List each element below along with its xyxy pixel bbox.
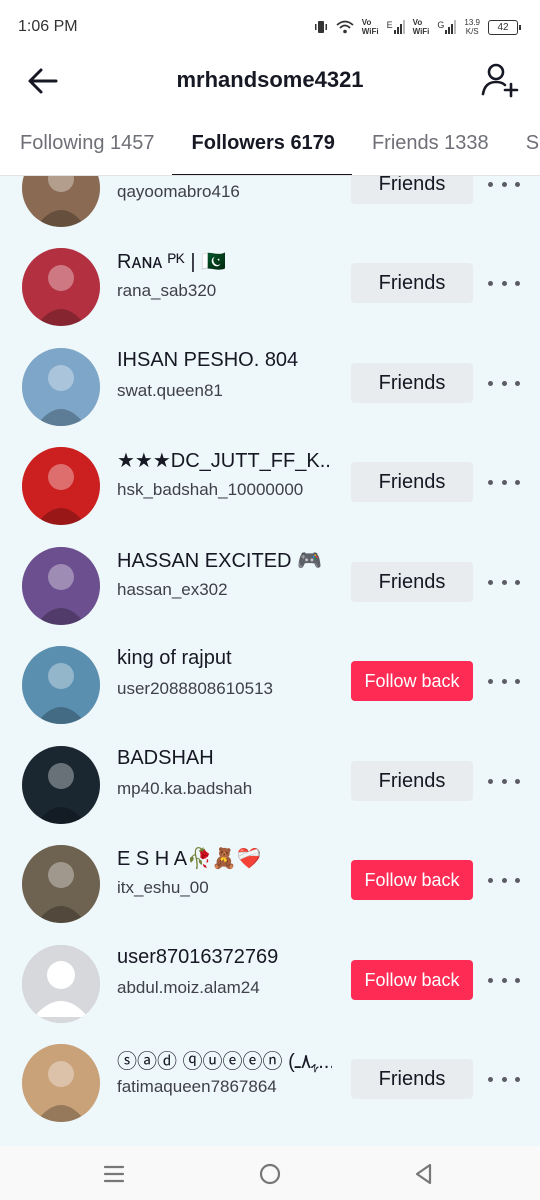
more-options-icon[interactable]: [488, 176, 520, 194]
friends-button[interactable]: Friends: [351, 1059, 473, 1099]
follower-name[interactable]: user87016372769: [117, 946, 278, 969]
follow-back-button[interactable]: Follow back: [351, 860, 473, 900]
signal-2: G: [437, 20, 457, 34]
menu-icon[interactable]: [101, 1161, 127, 1187]
signal-1: E: [387, 20, 405, 34]
page-title: mrhandsome4321: [176, 67, 364, 92]
more-options-icon[interactable]: [488, 572, 520, 592]
list-item[interactable]: IHSAN PESHO. 804 swat.queen81 Friends: [0, 338, 540, 438]
wifi-icon: [336, 20, 354, 34]
status-bar: 1:06 PM Vo WiFi E Vo WiFi G 13.9 K/S 42: [0, 0, 540, 54]
follower-name[interactable]: IHSAN PESHO. 804: [117, 349, 298, 372]
list-item[interactable]: user87016372769 abdul.moiz.alam24 Follow b…: [0, 935, 540, 1035]
follower-username[interactable]: abdul.moiz.alam24: [117, 978, 260, 998]
volte-indicator-1: Vo WiFi: [361, 18, 379, 36]
tab-following[interactable]: Following 1457: [0, 120, 172, 175]
list-item[interactable]: Qayoom Kingqayoomabro416Friends: [0, 176, 540, 239]
avatar[interactable]: [22, 447, 100, 525]
more-options-icon[interactable]: [488, 870, 520, 890]
friends-button[interactable]: Friends: [351, 562, 473, 602]
follower-name[interactable]: Rᴀɴᴀ ᴾᴷ | 🇵🇰: [117, 249, 226, 274]
more-options-icon[interactable]: [488, 273, 520, 293]
more-options-icon[interactable]: [488, 1069, 520, 1089]
tab-bar: Following 1457 Followers 6179 Friends 13…: [0, 120, 540, 176]
friends-button[interactable]: Friends: [351, 761, 473, 801]
more-options-icon[interactable]: [488, 373, 520, 393]
add-person-icon[interactable]: [480, 60, 520, 100]
follow-back-button[interactable]: Follow back: [351, 661, 473, 701]
avatar[interactable]: [22, 845, 100, 923]
followers-list[interactable]: Qayoom Kingqayoomabro416FriendsRᴀɴᴀ ᴾᴷ |…: [0, 176, 540, 1146]
list-item[interactable]: Rᴀɴᴀ ᴾᴷ | 🇵🇰 rana_sab320 Friends: [0, 238, 540, 338]
avatar[interactable]: [22, 1044, 100, 1122]
avatar[interactable]: [22, 176, 100, 227]
follower-username[interactable]: qayoomabro416: [117, 182, 240, 202]
more-options-icon[interactable]: [488, 671, 520, 691]
friends-button[interactable]: Friends: [351, 263, 473, 303]
friends-button[interactable]: Friends: [351, 363, 473, 403]
signal-icon: [445, 20, 457, 34]
list-item[interactable]: HASSAN EXCITED 🎮 hassan_ex302 Friends: [0, 537, 540, 637]
vibrate-icon: [314, 21, 327, 33]
signal-icon: [393, 20, 405, 34]
follower-username[interactable]: fatimaqueen7867864: [117, 1077, 277, 1097]
friends-button[interactable]: Friends: [351, 176, 473, 204]
header: mrhandsome4321: [0, 54, 540, 106]
more-options-icon[interactable]: [488, 970, 520, 990]
volte-indicator-2: Vo WiFi: [412, 18, 430, 36]
follower-username[interactable]: hassan_ex302: [117, 580, 228, 600]
avatar[interactable]: [22, 945, 100, 1023]
follower-name[interactable]: HASSAN EXCITED 🎮: [117, 548, 322, 573]
back-triangle-icon[interactable]: [411, 1161, 437, 1187]
avatar[interactable]: [22, 348, 100, 426]
battery-icon: 42: [488, 19, 521, 35]
system-navigation-bar: [0, 1146, 540, 1200]
follower-username[interactable]: hsk_badshah_10000000: [117, 480, 303, 500]
avatar[interactable]: [22, 746, 100, 824]
list-item[interactable]: ⓢⓐⓓ ⓠⓤⓔⓔⓝ (ﮩ٨ـ... fatimaqueen7867864 Frien…: [0, 1034, 540, 1134]
follower-name[interactable]: ★★★DC_JUTT_FF_K...: [117, 448, 332, 473]
friends-button[interactable]: Friends: [351, 462, 473, 502]
follower-username[interactable]: mp40.ka.badshah: [117, 779, 252, 799]
list-item[interactable]: ★★★DC_JUTT_FF_K... hsk_badshah_10000000 Fr…: [0, 437, 540, 537]
follower-name[interactable]: BADSHAH: [117, 747, 214, 770]
follower-name[interactable]: ⓢⓐⓓ ⓠⓤⓔⓔⓝ (ﮩ٨ـ...: [117, 1045, 332, 1074]
list-item[interactable]: E S H A🥀🧸❤️‍🩹 itx_eshu_00 Follow back: [0, 835, 540, 935]
follower-name[interactable]: E S H A🥀🧸❤️‍🩹: [117, 846, 262, 871]
status-icons: Vo WiFi E Vo WiFi G 13.9 K/S 42: [314, 18, 521, 36]
tab-suggested[interactable]: S: [506, 120, 540, 175]
follower-username[interactable]: itx_eshu_00: [117, 878, 209, 898]
network-speed: 13.9 K/S: [464, 18, 480, 36]
list-item[interactable]: BADSHAH mp40.ka.badshah Friends: [0, 736, 540, 836]
more-options-icon[interactable]: [488, 771, 520, 791]
arrow-left-icon[interactable]: [26, 64, 60, 98]
home-circle-icon[interactable]: [257, 1161, 283, 1187]
tab-friends[interactable]: Friends 1338: [352, 120, 506, 175]
status-time: 1:06 PM: [18, 18, 78, 35]
list-item[interactable]: king of rajput user2088808610513 Follow ba…: [0, 636, 540, 736]
avatar[interactable]: [22, 646, 100, 724]
avatar[interactable]: [22, 248, 100, 326]
more-options-icon[interactable]: [488, 472, 520, 492]
avatar[interactable]: [22, 547, 100, 625]
follower-username[interactable]: swat.queen81: [117, 381, 223, 401]
tab-followers[interactable]: Followers 6179: [171, 120, 353, 175]
follower-username[interactable]: user2088808610513: [117, 679, 273, 699]
follower-username[interactable]: rana_sab320: [117, 281, 216, 301]
follower-name[interactable]: king of rajput: [117, 647, 232, 670]
follow-back-button[interactable]: Follow back: [351, 960, 473, 1000]
